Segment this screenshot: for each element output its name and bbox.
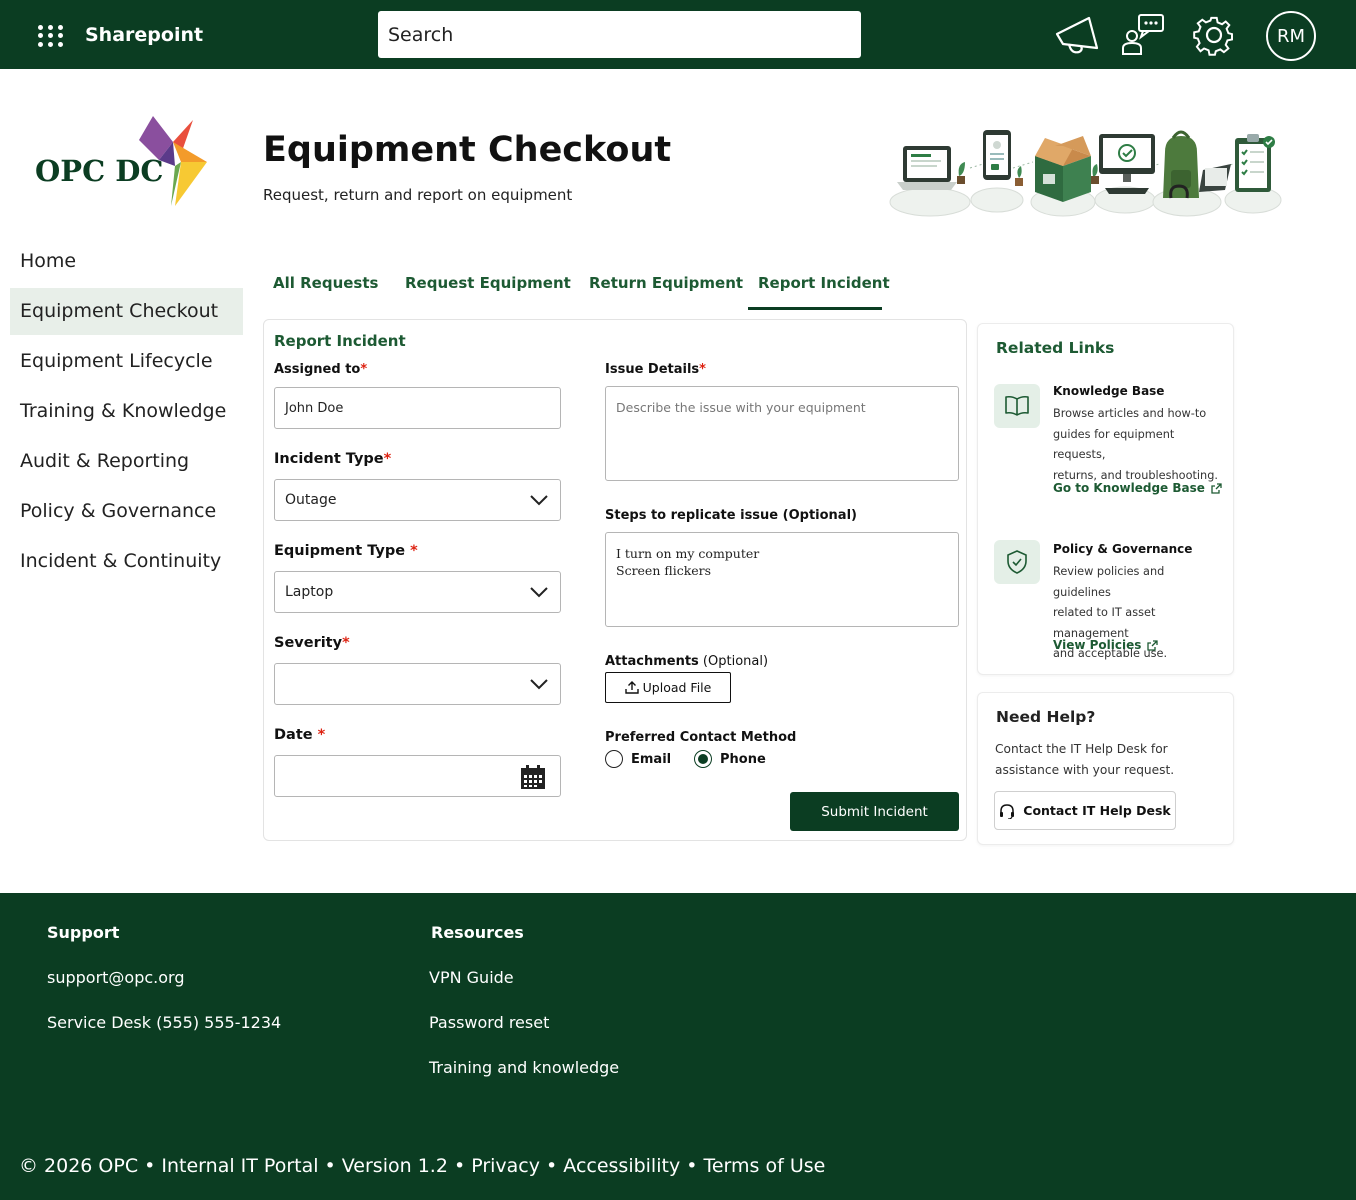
waffle-icon[interactable] [38,25,64,47]
footer-link-vpn-guide[interactable]: VPN Guide [429,968,514,987]
equipment-type-label: Equipment Type * [274,543,418,559]
contact-help-desk-button[interactable]: Contact IT Help Desk [994,791,1176,830]
headset-icon [1000,803,1015,819]
submit-incident-button[interactable]: Submit Incident [790,792,959,831]
knowledge-base-heading: Knowledge Base [1053,384,1165,398]
contact-method-label: Preferred Contact Method [605,730,797,745]
chat-user-icon[interactable] [1119,12,1167,58]
radio-phone[interactable]: Phone [694,750,766,768]
go-to-knowledge-base-link[interactable]: Go to Knowledge Base [1053,481,1222,495]
page-subtitle: Request, return and report on equipment [263,186,573,204]
chevron-down-icon [530,679,548,690]
need-help-text: Contact the IT Help Desk for assistance … [995,742,1175,777]
radio-dot-selected [694,750,712,768]
date-label: Date * [274,727,326,743]
view-policies-link[interactable]: View Policies [1053,638,1159,652]
footer-copyright: © 2026 OPC • Internal IT Portal • Versio… [19,1155,826,1177]
footer: Support support@opc.org Service Desk (55… [0,893,1356,1200]
footer-resources-heading: Resources [431,923,524,942]
chevron-down-icon [530,495,548,506]
footer-service-desk[interactable]: Service Desk (555) 555-1234 [47,1013,281,1032]
form-title: Report Incident [274,332,406,350]
severity-select[interactable] [274,663,561,705]
issue-details-label: Issue Details* [605,362,706,377]
report-incident-form: Report Incident Assigned to* John Doe In… [263,319,967,841]
book-icon [994,384,1040,428]
sidebar-item-training-knowledge[interactable]: Training & Knowledge [10,388,243,435]
external-link-icon [1147,639,1159,651]
attachments-label: Attachments (Optional) [605,654,769,669]
clipboard-illustration [1235,134,1275,192]
date-field[interactable] [274,755,561,797]
steps-line: Screen flickers [616,563,712,578]
app-name[interactable]: Sharepoint [85,24,203,46]
avatar[interactable]: RM [1266,11,1316,61]
policy-governance-heading: Policy & Governance [1053,542,1193,556]
equipment-type-select[interactable]: Laptop [274,571,561,613]
knowledge-base-desc: Browse articles and how-to guides for eq… [1053,407,1218,482]
steps-label: Steps to replicate issue (Optional) [605,508,857,523]
sidebar-item-equipment-lifecycle[interactable]: Equipment Lifecycle [10,338,243,385]
issue-details-textarea[interactable]: Describe the issue with your equipment [605,386,959,481]
footer-link-training[interactable]: Training and knowledge [429,1058,619,1077]
footer-support-email[interactable]: support@opc.org [47,968,185,987]
radio-email[interactable]: Email [605,750,671,768]
sidebar-item-home[interactable]: Home [10,238,243,285]
shield-check-icon [994,540,1040,584]
related-links-title: Related Links [996,339,1115,357]
tab-report-incident[interactable]: Report Incident [748,270,890,310]
search-input[interactable] [378,11,861,58]
assigned-to-field[interactable]: John Doe [274,387,561,429]
package-illustration [1035,136,1091,202]
radio-dot [605,750,623,768]
upload-file-button[interactable]: Upload File [605,672,731,703]
footer-link-password-reset[interactable]: Password reset [429,1013,549,1032]
footer-support-heading: Support [47,923,120,942]
calendar-icon[interactable] [520,764,546,790]
logo-text: OPC DC [35,154,164,188]
assigned-to-label: Assigned to* [274,362,368,377]
phone-illustration [983,130,1023,186]
opc-dc-logo[interactable]: OPC DC [30,112,215,212]
severity-label: Severity* [274,635,350,651]
page-title: Equipment Checkout [263,130,672,170]
related-links-card: Related Links Knowledge Base Browse arti… [977,323,1234,675]
equipment-illustration [889,130,1282,217]
sidebar-nav: Home Equipment Checkout Equipment Lifecy… [10,238,243,588]
steps-line: I turn on my computer [616,546,760,561]
tab-all-requests[interactable]: All Requests [263,270,388,310]
upload-icon [624,681,639,694]
sidebar-item-policy-governance[interactable]: Policy & Governance [10,488,243,535]
incident-type-select[interactable]: Outage [274,479,561,521]
need-help-card: Need Help? Contact the IT Help Desk for … [977,692,1234,845]
sidebar-item-equipment-checkout[interactable]: Equipment Checkout [10,288,243,335]
external-link-icon [1211,482,1222,494]
chevron-down-icon [530,587,548,598]
laptop-illustration [897,146,965,190]
top-bar: Sharepoint RM [0,0,1356,69]
sidebar-item-audit-reporting[interactable]: Audit & Reporting [10,438,243,485]
incident-type-label: Incident Type* [274,451,392,467]
tab-request-equipment[interactable]: Request Equipment [395,270,581,310]
megaphone-icon[interactable] [1053,12,1101,58]
desktop-illustration [1091,134,1155,194]
steps-textarea[interactable]: I turn on my computer Screen flickers [605,532,959,627]
need-help-title: Need Help? [996,708,1096,726]
gear-icon[interactable] [1190,12,1238,58]
sidebar-item-incident-continuity[interactable]: Incident & Continuity [10,538,243,585]
backpack-illustration [1163,130,1231,199]
tab-return-equipment[interactable]: Return Equipment [579,270,753,310]
